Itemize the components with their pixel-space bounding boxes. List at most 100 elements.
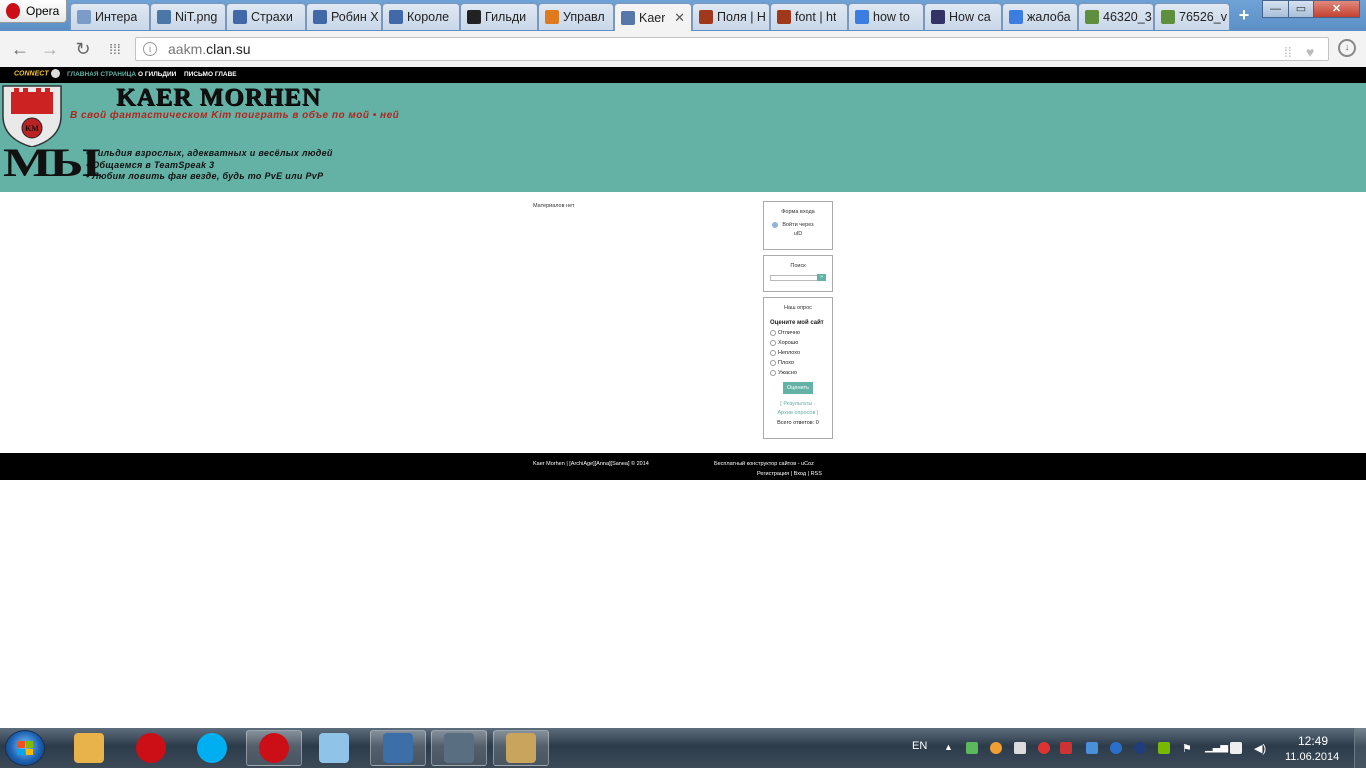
taskbar-app-explorer[interactable] [61, 730, 117, 766]
tray-overflow-icon[interactable]: ▲ [944, 742, 956, 754]
speed-dial-icon[interactable]: ⁞⁞⁞ [105, 39, 125, 59]
search-input[interactable] [770, 275, 820, 281]
address-bar[interactable]: i aakm.clan.su ⁞⁞ ♥ [135, 37, 1329, 61]
tab-title: 76526_v [1179, 10, 1227, 24]
poll-option[interactable]: Плохо [770, 359, 832, 367]
poll-results-link[interactable]: [ Результаты · [764, 400, 832, 409]
poll-archive-link[interactable]: Архив опросов ] [764, 409, 832, 418]
tray-app-icon[interactable] [1038, 742, 1050, 754]
browser-tab[interactable]: 46320_3 [1078, 3, 1154, 30]
browser-toolbar: ← → ↻ ⁞⁞⁞ i aakm.clan.su ⁞⁞ ♥ ↓ [0, 31, 1366, 68]
radio-button[interactable] [770, 339, 776, 346]
tray-app-icon[interactable] [1134, 742, 1146, 754]
windows-taskbar: EN ▲ ⚑ ▁▃▅ ◀) 12:49 11.06.2014 [0, 728, 1366, 768]
show-desktop-button[interactable] [1354, 728, 1366, 768]
volume-icon[interactable]: ◀) [1254, 742, 1266, 755]
browser-tab[interactable]: How ca [924, 3, 1002, 30]
tab-title: жалоба [1027, 10, 1071, 24]
tab-favicon-icon [699, 10, 713, 24]
browser-tab[interactable]: how to [848, 3, 924, 30]
language-indicator[interactable]: EN [912, 740, 927, 752]
poll-option[interactable]: Ужасно [770, 369, 832, 377]
connect-logo[interactable]: CONNECT [14, 69, 60, 78]
vote-button[interactable]: Оценить [783, 382, 813, 394]
new-tab-button[interactable]: + [1236, 6, 1252, 24]
browser-tab[interactable]: Интера [70, 3, 150, 30]
bookmark-heart-icon[interactable]: ♥ [1306, 41, 1314, 63]
browser-tab[interactable]: Kaer ✕ [614, 3, 692, 31]
clock-date[interactable]: 11.06.2014 [1285, 751, 1339, 763]
download-indicator-icon[interactable]: ↓ [1338, 39, 1356, 57]
browser-tab[interactable]: Робин Х [306, 3, 382, 30]
taskbar-app-teamspeak[interactable] [431, 730, 487, 766]
action-center-flag-icon[interactable]: ⚑ [1182, 742, 1194, 755]
taskbar-app-notepad[interactable] [306, 730, 362, 766]
browser-tab[interactable]: 76526_v [1154, 3, 1230, 30]
taskbar-app-opera[interactable] [123, 730, 179, 766]
poll-links: [ Результаты · Архив опросов ] [764, 400, 832, 418]
browser-tab[interactable]: жалоба [1002, 3, 1078, 30]
poll-option[interactable]: Неплохо [770, 349, 832, 357]
poll-option[interactable]: Хорошо [770, 339, 832, 347]
tab-favicon-icon [545, 10, 559, 24]
footer-links[interactable]: Регистрация | Вход | RSS [757, 471, 822, 477]
browser-tab[interactable]: Короле [382, 3, 460, 30]
taskbar-app-paint[interactable] [493, 730, 549, 766]
radio-button[interactable] [770, 329, 776, 336]
network-signal-icon[interactable]: ▁▃▅ [1205, 742, 1228, 754]
taskbar-app-opera-active[interactable] [246, 730, 302, 766]
tray-app-icon[interactable] [966, 742, 978, 754]
nav-about-guild[interactable]: О ГИЛЬДИИ [138, 71, 176, 78]
taskbar-app-photo-viewer[interactable] [370, 730, 426, 766]
browser-tab[interactable]: NiT.png [150, 3, 226, 30]
clock-time[interactable]: 12:49 [1298, 734, 1328, 748]
browser-tab[interactable]: Управл [538, 3, 614, 30]
openid-login-link[interactable]: Войти через uID [764, 221, 832, 239]
tab-favicon-icon [777, 10, 791, 24]
tray-app-icon[interactable] [1086, 742, 1098, 754]
search-button[interactable]: » [817, 274, 826, 281]
window-close-button[interactable]: ✕ [1313, 0, 1360, 18]
tray-app-icon[interactable] [1158, 742, 1170, 754]
radio-button[interactable] [770, 359, 776, 366]
feature-line: • Общаемся в TeamSpeak 3 [86, 160, 215, 170]
taskbar-app-skype[interactable] [184, 730, 240, 766]
tab-title: 46320_3 [1103, 10, 1152, 24]
footer-ucoz-link[interactable]: Бесплатный конструктор сайтов - uCoz [714, 461, 814, 467]
browser-tab[interactable]: Поля | H [692, 3, 770, 30]
tray-app-icon[interactable] [1110, 742, 1122, 754]
window-minimize-button[interactable]: — [1262, 0, 1289, 18]
skype-icon [197, 733, 227, 763]
tab-favicon-icon [1085, 10, 1099, 24]
feature-line: • Гильдия взрослых, адекватных и весёлых… [86, 148, 333, 158]
radio-button[interactable] [770, 369, 776, 376]
we-heading: МЫ [3, 140, 101, 185]
radio-button[interactable] [770, 349, 776, 356]
window-maximize-button[interactable]: ▭ [1288, 0, 1314, 18]
browser-tab[interactable]: Страхи [226, 3, 306, 30]
site-title: KAER MORHEN [116, 84, 321, 111]
speed-dial-add-icon[interactable]: ⁞⁞ [1284, 41, 1292, 63]
tray-app-icon[interactable] [1060, 742, 1072, 754]
site-info-icon[interactable]: i [143, 42, 157, 56]
tab-favicon-icon [233, 10, 247, 24]
poll-options: Отлично Хорошо Неплохо Плохо Ужасно [764, 329, 832, 377]
tab-favicon-icon [313, 10, 327, 24]
nav-home[interactable]: ГЛАВНАЯ СТРАНИЦА [67, 71, 136, 78]
forward-button[interactable]: → [40, 39, 60, 59]
back-button[interactable]: ← [10, 39, 30, 59]
tray-app-icon[interactable] [990, 742, 1002, 754]
poll-option[interactable]: Отлично [770, 329, 832, 337]
browser-tab[interactable]: Гильди [460, 3, 538, 30]
search-block-title: Поиск [790, 263, 806, 269]
openid-icon [772, 222, 778, 228]
tray-app-icon[interactable] [1230, 742, 1242, 754]
opera-menu-label: Opera [26, 4, 60, 18]
start-button[interactable] [5, 730, 45, 766]
reload-button[interactable]: ↻ [73, 39, 93, 59]
tray-app-icon[interactable] [1014, 742, 1026, 754]
opera-menu-button[interactable]: Opera [0, 0, 67, 23]
tab-close-icon[interactable]: ✕ [674, 10, 685, 26]
nav-letter-to-leader[interactable]: ПИСЬМО ГЛАВЕ [184, 71, 237, 78]
browser-tab[interactable]: font | ht [770, 3, 848, 30]
